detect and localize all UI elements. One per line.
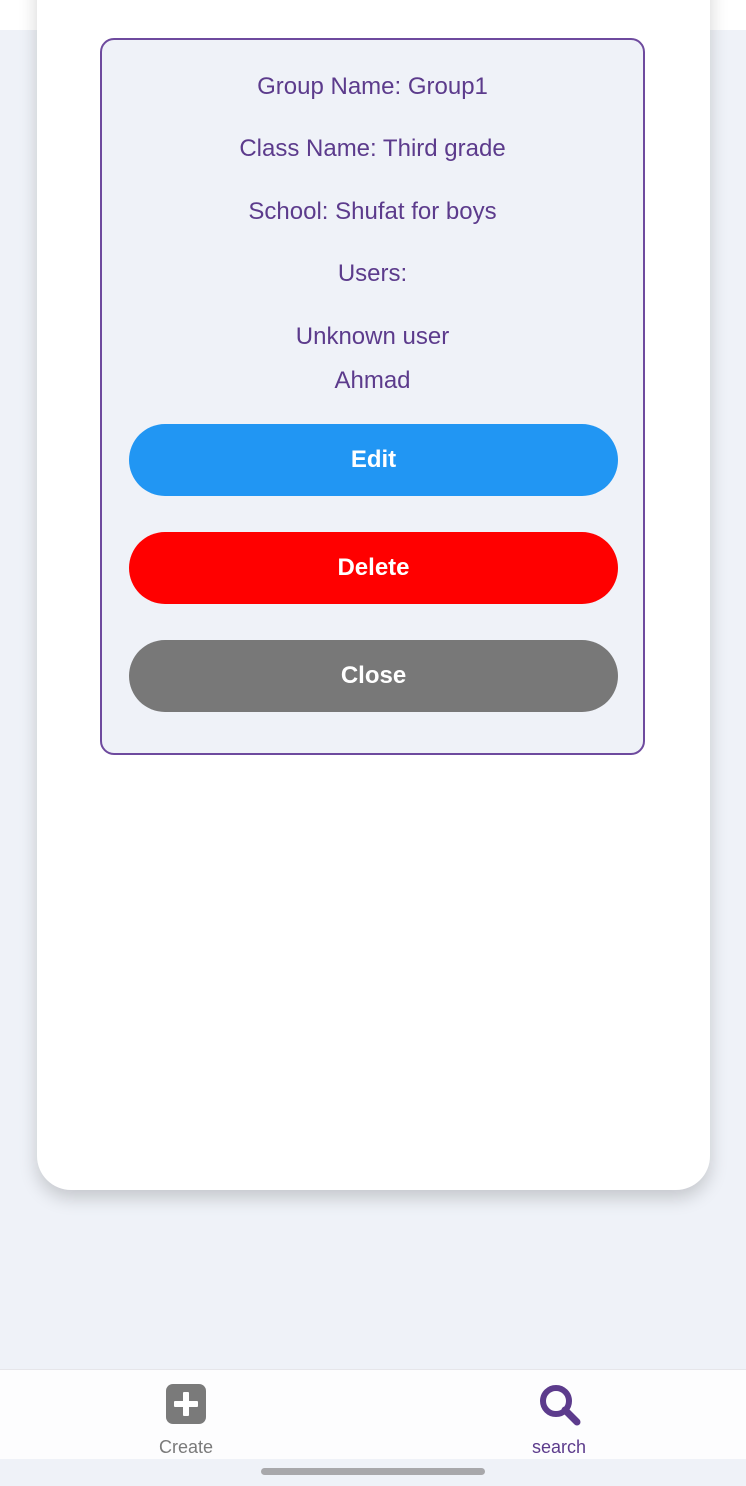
user-list-item: Unknown user [295, 323, 450, 350]
group-name-text: Group Name: Group1 [257, 73, 488, 100]
close-button[interactable]: Close [129, 640, 618, 712]
delete-button[interactable]: Delete [129, 532, 618, 604]
users-heading: Users: [337, 260, 408, 287]
group-details-panel: Group Name: Group1 Class Name: Third gra… [100, 38, 645, 755]
search-icon [540, 1385, 581, 1426]
bottom-navigation-bar: Create search [0, 1369, 746, 1460]
nav-create-label: Create [158, 1437, 214, 1457]
edit-button[interactable]: Edit [129, 424, 618, 496]
home-indicator[interactable] [261, 1468, 485, 1475]
nav-create[interactable]: Create [106, 1370, 266, 1460]
class-name-text: Class Name: Third grade [239, 135, 506, 162]
system-gesture-area [0, 1459, 746, 1486]
plus-square-icon [166, 1384, 206, 1424]
user-list-item: Ahmad [334, 367, 411, 394]
school-text: School: Shufat for boys [248, 198, 497, 225]
nav-search[interactable]: search [479, 1370, 639, 1460]
nav-search-label: search [531, 1437, 587, 1457]
